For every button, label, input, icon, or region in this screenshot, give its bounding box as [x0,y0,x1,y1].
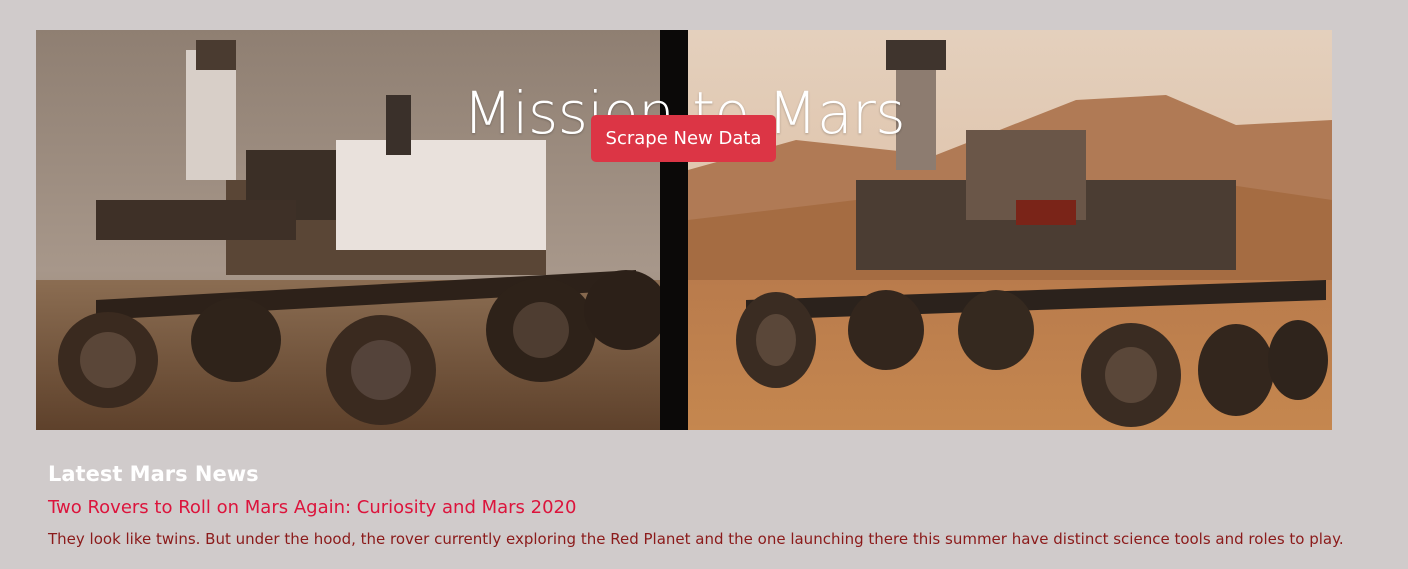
news-teaser: They look like twins. But under the hood… [48,530,1344,548]
news-title: Two Rovers to Roll on Mars Again: Curios… [48,497,577,518]
latest-news-section: Latest Mars News Two Rovers to Roll on M… [48,458,1378,550]
news-section-heading: Latest Mars News [48,462,259,486]
scrape-new-data-button[interactable]: Scrape New Data [591,115,776,162]
hero-banner: Mission to Mars Scrape New Data [36,30,1332,430]
